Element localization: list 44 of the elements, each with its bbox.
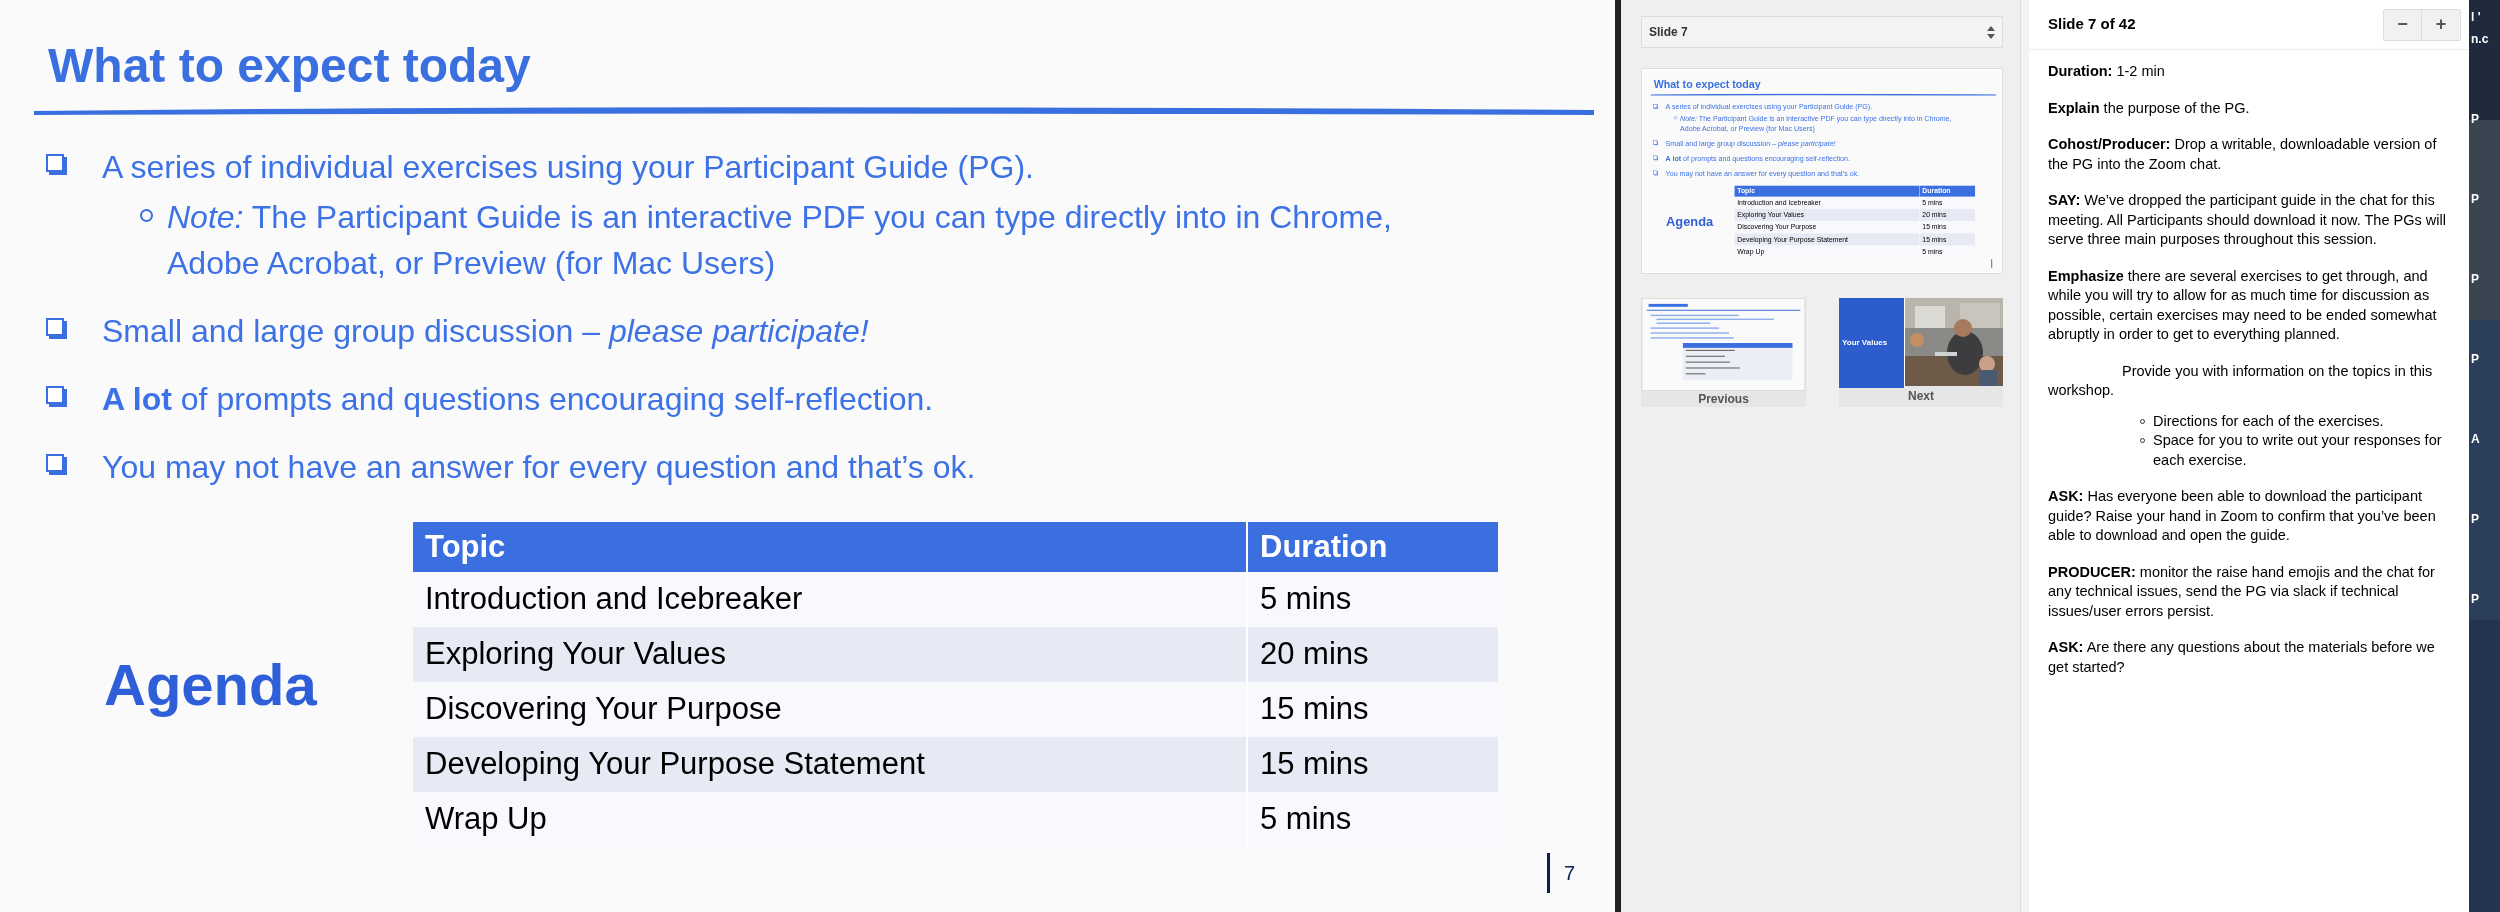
list-item: Directions for each of the exercises. — [2153, 411, 2385, 431]
desktop-icon-label: l ' — [2471, 9, 2482, 26]
desktop-icon-label: A — [2471, 431, 2481, 448]
table-cell-text: 15 mins — [1259, 690, 1370, 729]
note-paragraph: SAY: We’ve dropped the participant guide in the chat for this meeting. All Participants should download it now. The PGs will serve three main purposes throughout this session. — [2048, 191, 2447, 249]
bullet-text: A series of individual exercises using your Participant Guide (PG). — [102, 148, 1034, 187]
desktop-icon-label: P — [2471, 191, 2480, 208]
note-paragraph: PRODUCER: monitor the raise hand emojis and the chat for any technical issues, send the PG via slack if technical issues/user errors persist. — [2048, 562, 2436, 621]
slide-title: What to expect today — [1653, 78, 1761, 91]
agenda-heading: Agenda — [1666, 214, 1714, 229]
slide-select[interactable]: Slide 7 — [1641, 16, 2003, 48]
zoom-out-button[interactable]: − — [2384, 9, 2422, 40]
note-paragraph: Duration: 1-2 min — [2048, 62, 2166, 81]
note-paragraph: Emphasize there are several exercises to get through, and while you will try to allow for as much time for discussion as possible, certain exercises may need to be ended somewhat abruptly in order to get to everything planned. — [2048, 266, 2438, 344]
list-item: Space for you to write out your responses for each exercise. — [2153, 431, 2443, 470]
note-paragraph: ASK: Has everyone been able to download the participant guide? Raise your hand in Zoom to confirm that you’ve been able to download and open the guide. — [2048, 487, 2437, 545]
agenda-heading: Agenda — [104, 652, 317, 717]
table-cell-text: 5 mins — [1259, 580, 1353, 619]
column-header: Duration — [1259, 527, 1389, 566]
slide-counter: Slide 7 of 42 — [2048, 14, 2136, 35]
desktop-icon-label: P — [2471, 511, 2480, 528]
desktop-icon-label: n.c — [2471, 31, 2490, 48]
note-paragraph: Provide you with information on the topics in this workshop. — [2048, 361, 2434, 400]
next-slide-button[interactable]: Your Values Next — [1839, 298, 2003, 408]
bullet-text: Note: The Participant Guide is an interactive PDF you can type directly into in Chrome, Adobe Acrobat, or Preview (for Mac Users) — [167, 198, 1393, 283]
bullet-text: You may not have an answer for every question and that’s ok. — [102, 448, 976, 487]
page-number: 7 — [1563, 861, 1575, 886]
desktop-icon-label: P — [2471, 351, 2480, 368]
slide-title: What to expect today — [48, 39, 531, 92]
table-cell-text: 20 mins — [1259, 635, 1370, 674]
desktop-icon-label: P — [2471, 591, 2480, 608]
desktop-icon-label: P — [2471, 271, 2480, 288]
note-paragraph: Explain the purpose of the PG. — [2048, 98, 2251, 118]
bullet-text: Small and large group discussion – please participate! — [102, 312, 869, 351]
desktop-icon-label: P — [2471, 111, 2480, 128]
note-paragraph: ASK: Are there any questions about the materials before we get started? — [2048, 638, 2436, 677]
table-cell: Wrap Up — [413, 792, 1248, 847]
slide-title: Your Values — [1842, 337, 1889, 350]
note-paragraph: Cohost/Producer: Drop a writable, downloadable version of the PG into the Zoom chat. — [2048, 135, 2438, 174]
zoom-in-button[interactable]: + — [2422, 9, 2460, 40]
table-cell-text: 5 mins — [1259, 800, 1353, 839]
bullet-text: A lot of prompts and questions encouraging self-reflection. — [102, 380, 934, 419]
table-cell-text: 15 mins — [1259, 745, 1370, 784]
previous-slide-button[interactable]: Previous — [1641, 298, 1806, 408]
